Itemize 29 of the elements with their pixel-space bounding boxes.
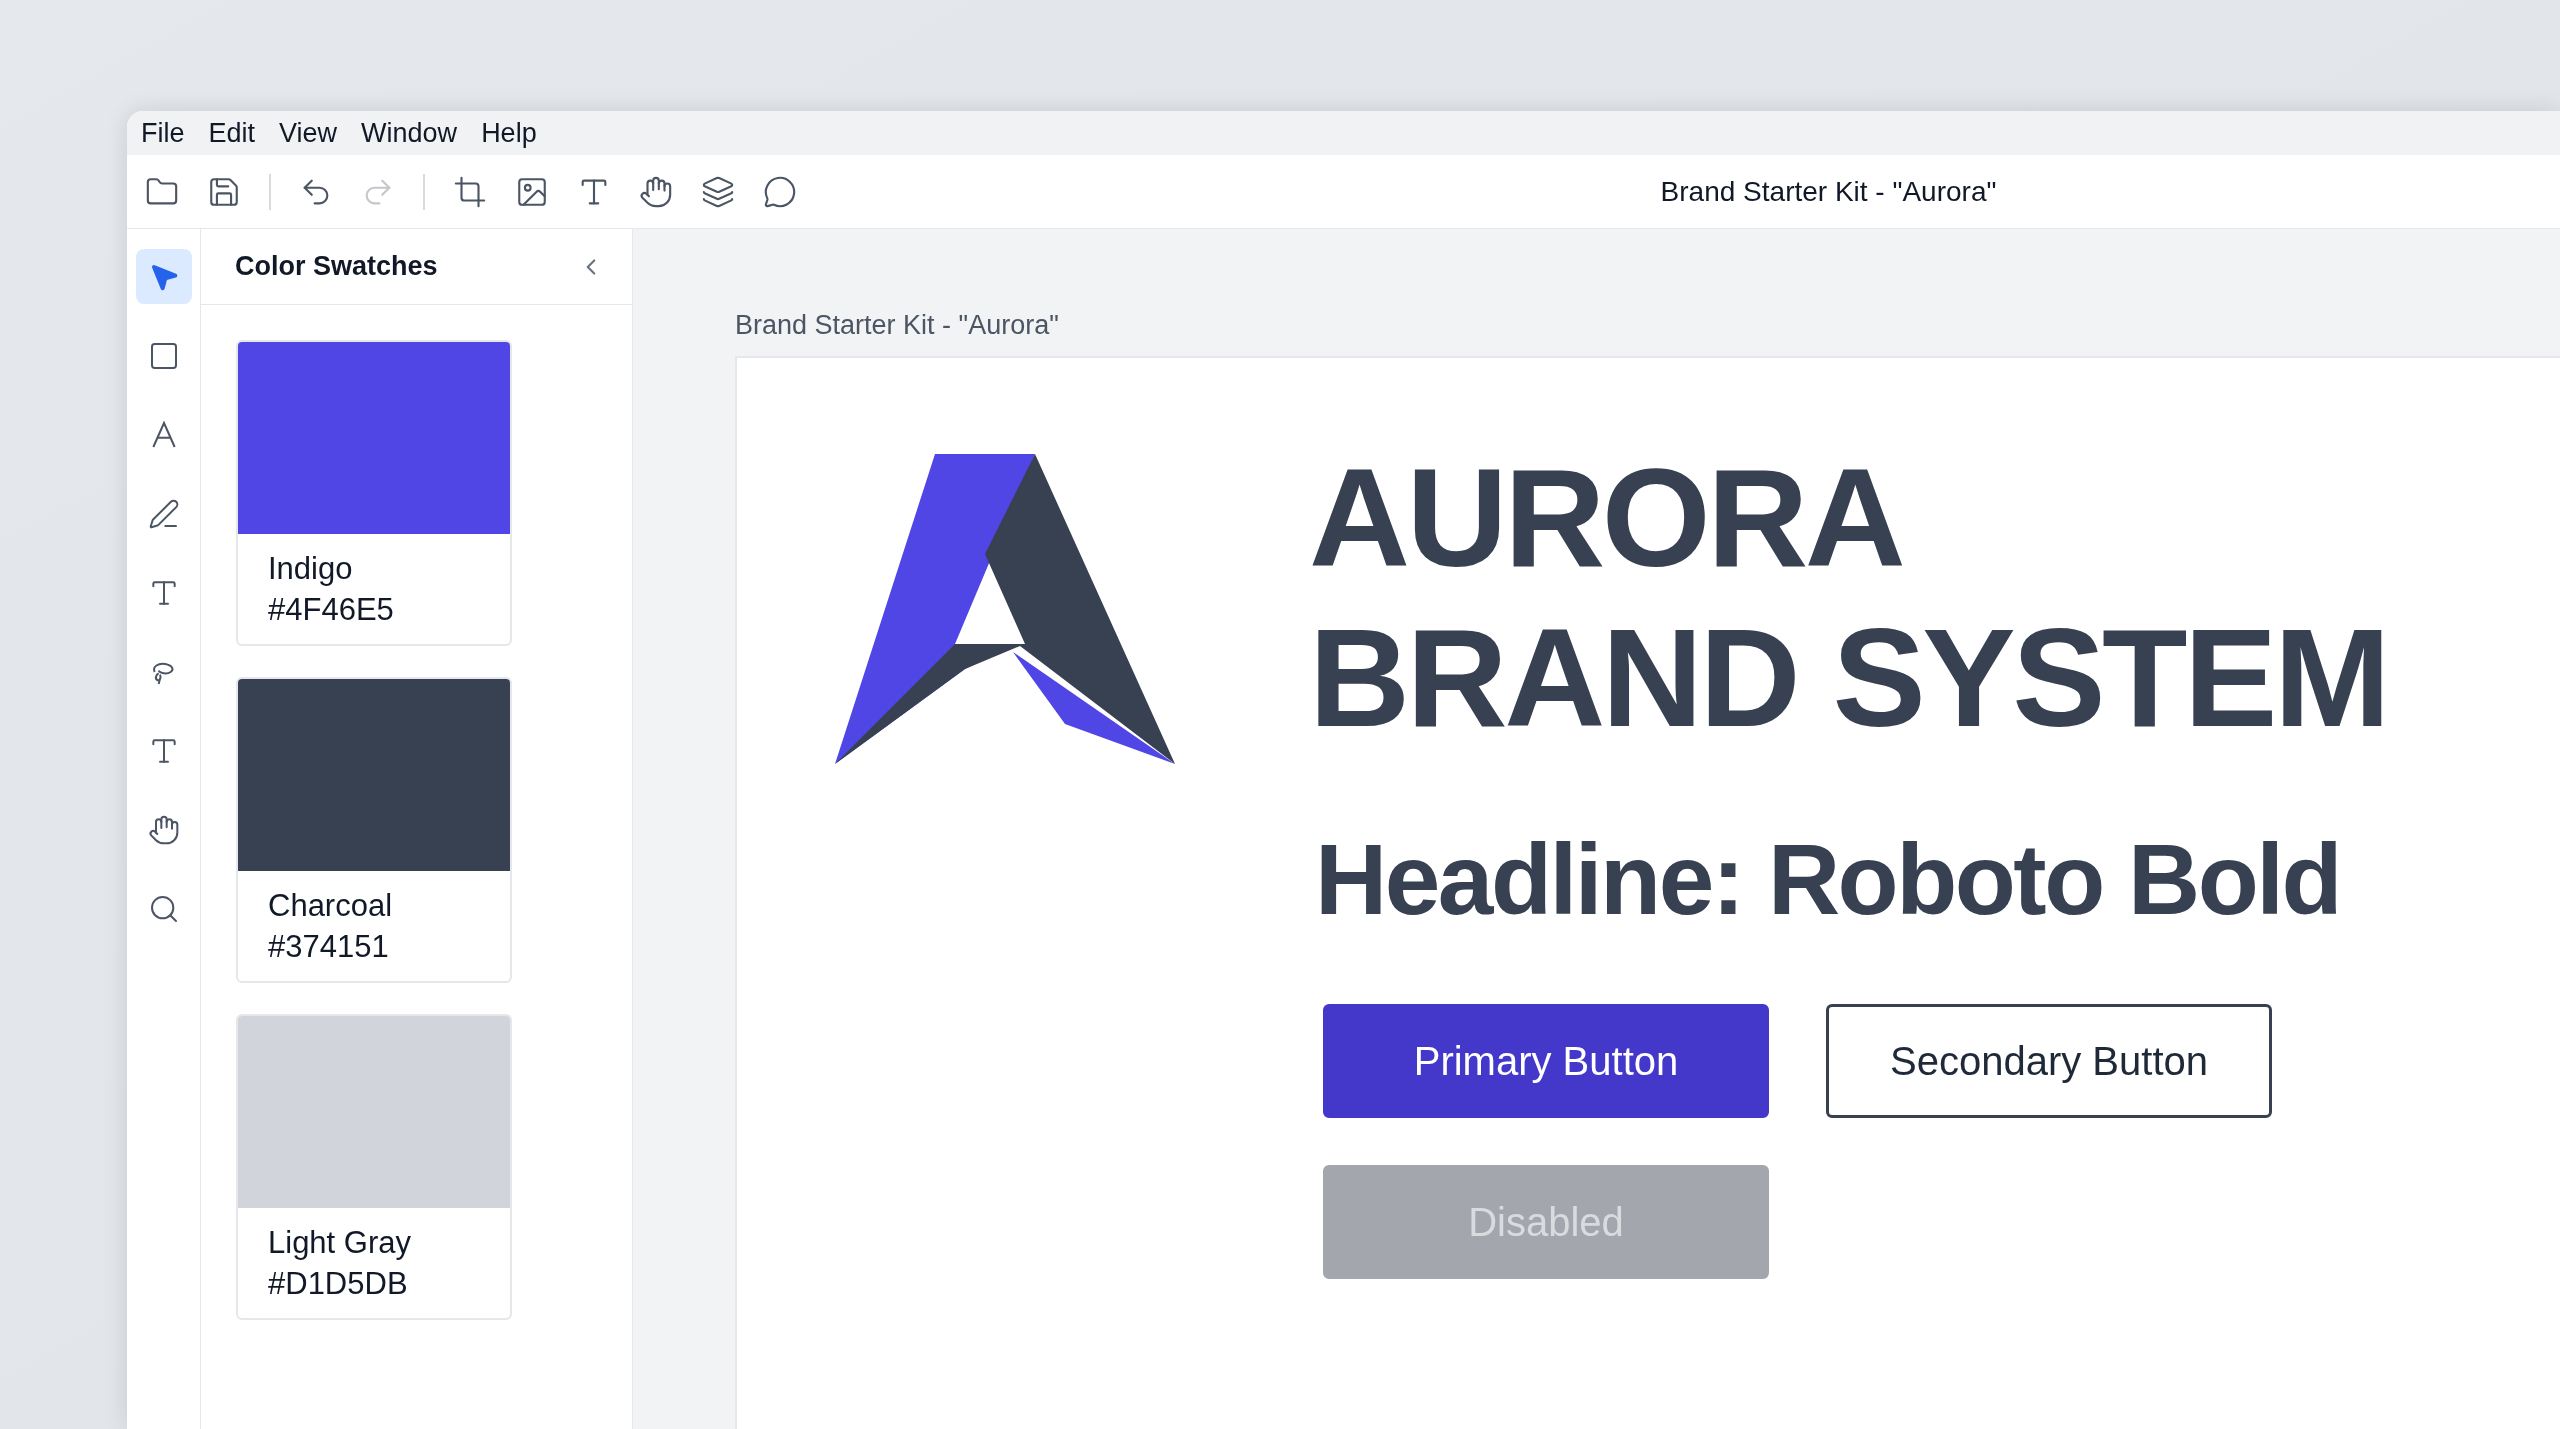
hand-icon bbox=[147, 813, 180, 846]
brand-title: BRAND SYSTEM bbox=[1309, 597, 2388, 758]
speech-bubble-icon[interactable] bbox=[763, 174, 797, 209]
swatch-hex: #4F46E5 bbox=[268, 591, 395, 629]
swatch-name: Light Gray bbox=[268, 1224, 412, 1262]
swatch-card[interactable]: Indigo #4F46E5 bbox=[236, 340, 512, 646]
window-title: Brand Starter Kit - "Aurora" bbox=[1660, 174, 1997, 209]
artboard-label: Brand Starter Kit - "Aurora" bbox=[735, 309, 1060, 342]
swatch-name: Charcoal bbox=[268, 887, 394, 925]
menu-item[interactable]: Help bbox=[481, 112, 537, 154]
swatch-card[interactable]: Light Gray #D1D5DB bbox=[236, 1014, 512, 1320]
tool-button[interactable] bbox=[135, 249, 192, 304]
primary-button[interactable]: Primary Button bbox=[1323, 1003, 1769, 1118]
swatch-hex: #D1D5DB bbox=[268, 1265, 409, 1303]
hand-icon[interactable] bbox=[639, 174, 673, 209]
swatch-card[interactable]: Charcoal #374151 bbox=[236, 677, 512, 983]
swatch-hex: #374151 bbox=[268, 928, 390, 966]
menu-item[interactable]: File bbox=[141, 112, 185, 154]
swatch-name: Indigo bbox=[268, 550, 354, 588]
brand-title: AURORA bbox=[1309, 437, 1904, 598]
menu-item[interactable]: View bbox=[279, 112, 338, 154]
menu-item[interactable]: Window bbox=[361, 112, 458, 154]
headline-sample: Headline: Roboto Bold bbox=[1314, 823, 2342, 934]
layers-icon[interactable] bbox=[701, 174, 735, 209]
pen-icon bbox=[147, 497, 180, 530]
crop-icon[interactable] bbox=[453, 174, 487, 209]
secondary-button[interactable]: Secondary Button bbox=[1826, 1003, 2272, 1118]
panel-title: Color Swatches bbox=[235, 250, 438, 284]
menu-item[interactable]: Edit bbox=[208, 112, 256, 154]
